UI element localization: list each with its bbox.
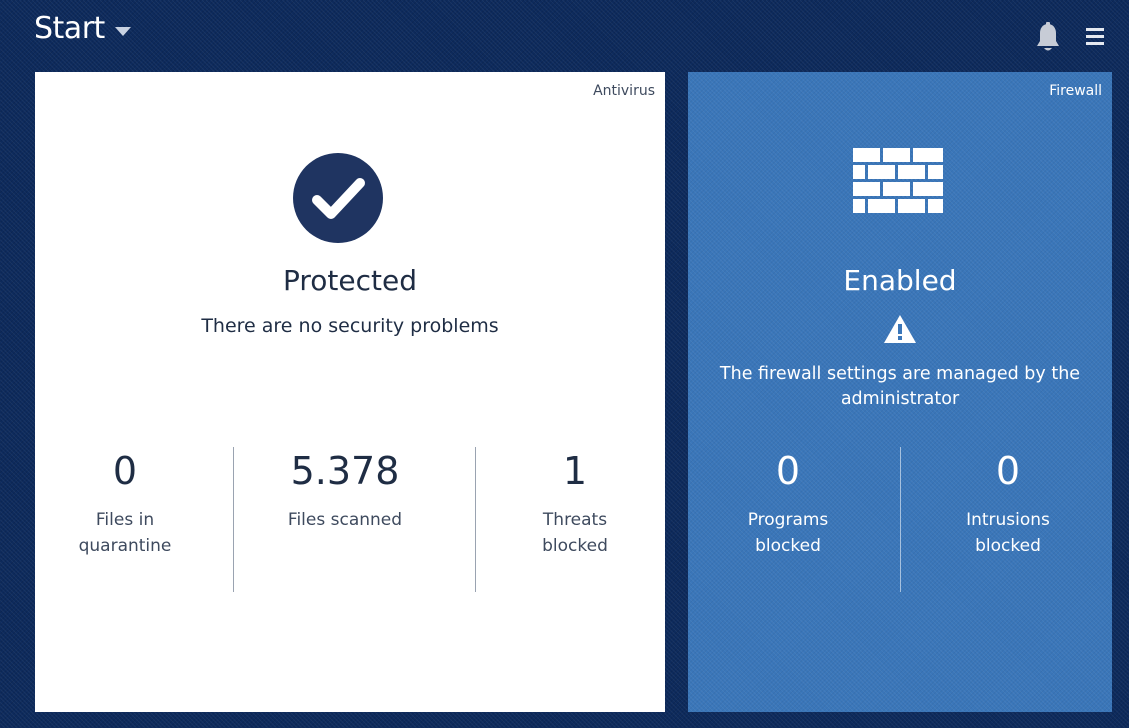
files-in-quarantine-stat[interactable]: 0 Files in quarantine: [65, 452, 185, 559]
start-dropdown[interactable]: Start: [34, 14, 131, 44]
antivirus-card[interactable]: Antivirus Protected There are no securit…: [35, 72, 665, 712]
warning-icon: [883, 314, 917, 344]
stat-label: Programs blocked: [747, 510, 829, 556]
programs-blocked-stat[interactable]: 0 Programs blocked: [723, 452, 853, 559]
stat-label: Files scanned: [287, 510, 403, 530]
brick-wall-icon: [853, 148, 943, 224]
divider: [233, 447, 234, 592]
firewall-status: Enabled: [843, 264, 957, 297]
firewall-card-label: Firewall: [1049, 83, 1102, 99]
stat-label: Files in quarantine: [78, 510, 172, 556]
files-scanned-stat[interactable]: 5.378 Files scanned: [250, 452, 440, 534]
page-title: Start: [34, 11, 105, 46]
stat-value: 0: [775, 449, 801, 493]
hamburger-menu-icon[interactable]: [1083, 26, 1109, 48]
firewall-card[interactable]: Firewall Enabled The firewall settings a…: [688, 72, 1112, 712]
antivirus-message: There are no security problems: [201, 315, 499, 337]
stat-label: Threats blocked: [542, 510, 608, 556]
intrusions-blocked-stat[interactable]: 0 Intrusions blocked: [938, 452, 1078, 559]
divider: [475, 447, 476, 592]
stat-label: Intrusions blocked: [966, 510, 1050, 556]
divider: [900, 447, 901, 592]
top-bar: Start: [0, 0, 1129, 72]
threats-blocked-stat[interactable]: 1 Threats blocked: [510, 452, 640, 559]
antivirus-status: Protected: [283, 264, 417, 297]
stat-value: 0: [112, 449, 138, 493]
checkmark-circle-icon: [293, 153, 383, 243]
bell-icon[interactable]: [1035, 22, 1061, 54]
stat-value: 0: [995, 449, 1021, 493]
antivirus-card-label: Antivirus: [593, 83, 655, 99]
stat-value: 1: [562, 449, 588, 493]
firewall-message: The firewall settings are managed by the…: [719, 364, 1081, 409]
chevron-down-icon: [114, 26, 131, 36]
stat-value: 5.378: [290, 449, 400, 493]
